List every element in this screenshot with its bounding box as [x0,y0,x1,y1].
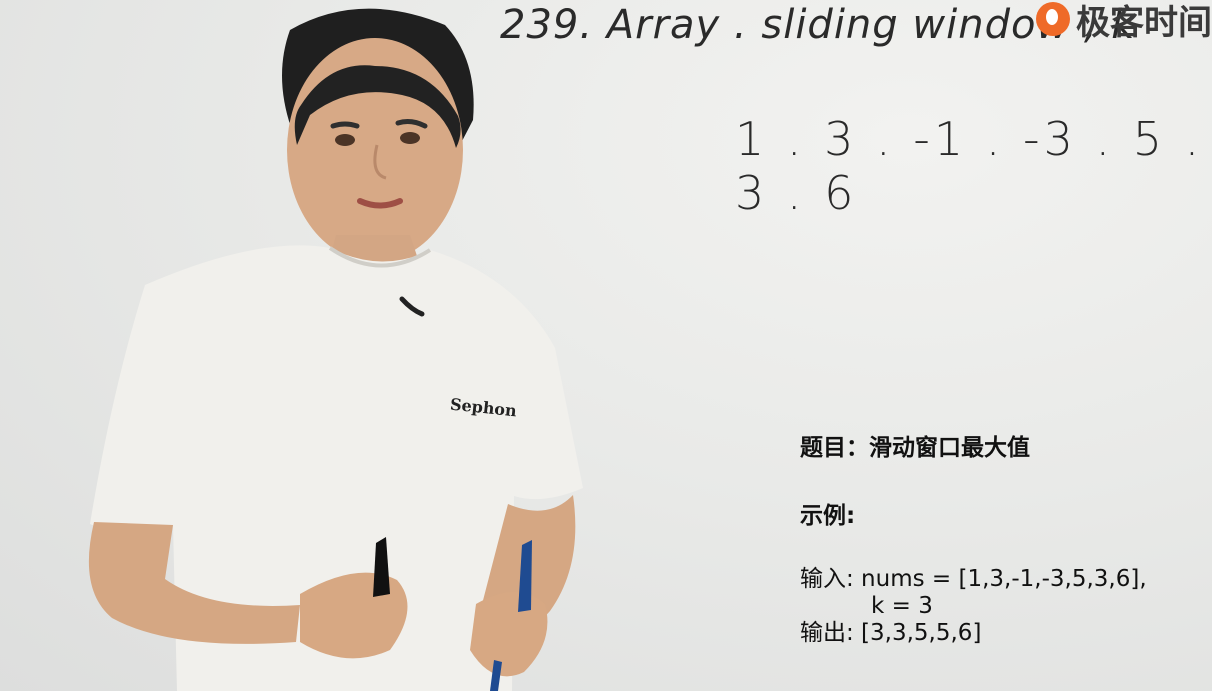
geektime-logo-icon [1036,2,1070,36]
whiteboard-array: 1 . 3 . -1 . -3 . 5 . 3 . 6 [735,112,1204,220]
problem-heading: 题目：滑动窗口最大值 [800,435,1030,461]
presenter-illustration [88,8,583,691]
input-line: 输入: nums = [1,3,-1,-3,5,3,6], [800,566,1147,592]
problem-card: 题目：滑动窗口最大值 示例: 输入: nums = [1,3,-1,-3,5,3… [800,428,1147,647]
k-line: k = 3 [871,593,933,619]
video-frame: 239. Array . sliding window , k 1 . 3 . … [0,0,1212,691]
presenter: Sephon [0,0,640,691]
example-label: 示例: [800,503,856,529]
output-line: 输出: [3,3,5,5,6] [800,620,982,646]
brand-name: 极客时间 [1076,2,1212,43]
brand-logo: 极客时间 [1036,0,1212,43]
